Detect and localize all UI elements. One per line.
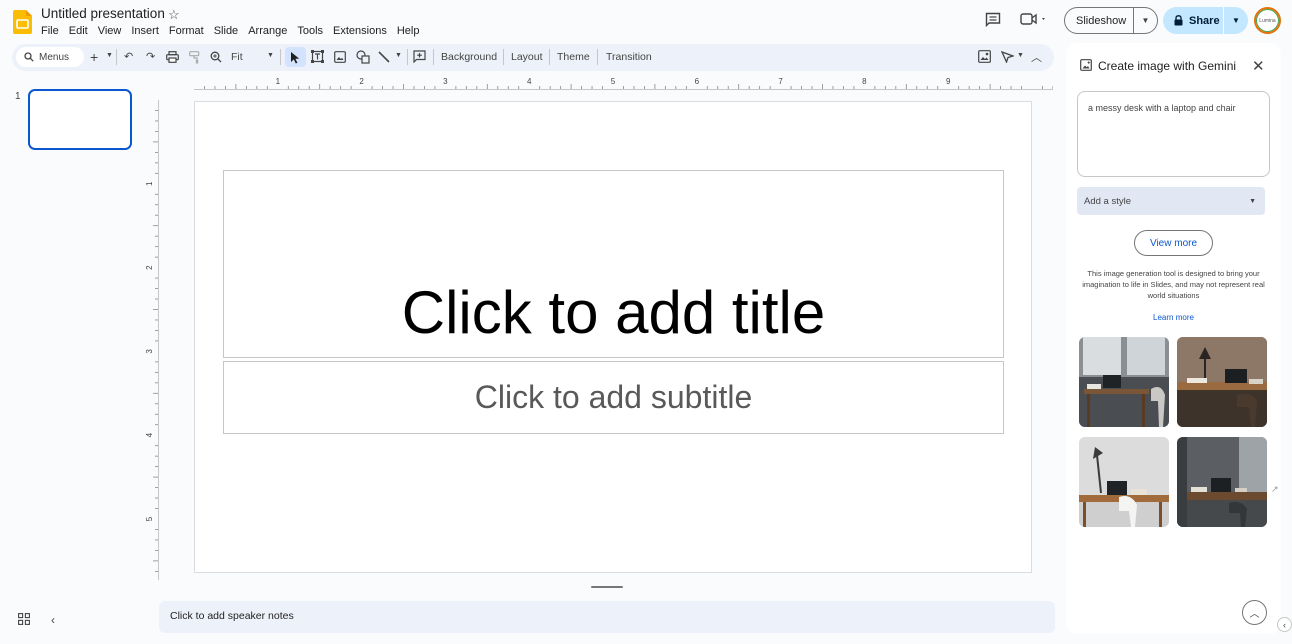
- line-icon[interactable]: [378, 51, 390, 63]
- search-menus-label: Menus: [39, 51, 70, 63]
- ruler-h-label: 8: [862, 77, 867, 86]
- share-label: Share: [1189, 14, 1220, 27]
- subtitle-placeholder[interactable]: Click to add subtitle: [223, 361, 1004, 434]
- share-button[interactable]: Share ▼: [1163, 7, 1248, 34]
- ruler-h-label: 3: [443, 77, 448, 86]
- account-avatar[interactable]: Lumina: [1254, 7, 1281, 34]
- close-icon[interactable]: ✕: [1252, 57, 1265, 75]
- ruler-h-label: 4: [527, 77, 532, 86]
- subtitle-placeholder-text: Click to add subtitle: [474, 379, 753, 415]
- transition-button[interactable]: Transition: [606, 51, 652, 63]
- vertical-ruler[interactable]: 1 2 3 4 5: [146, 100, 159, 580]
- generated-image-4[interactable]: [1177, 437, 1267, 527]
- slideshow-button[interactable]: Slideshow ▼: [1064, 7, 1158, 34]
- generated-image-3[interactable]: [1079, 437, 1169, 527]
- slideshow-dropdown-icon[interactable]: ▼: [1134, 16, 1157, 25]
- line-dropdown-icon[interactable]: ▼: [395, 52, 402, 59]
- notes-resize-handle[interactable]: [591, 586, 623, 588]
- ruler-h-label: 5: [611, 77, 616, 86]
- grid-view-icon[interactable]: [18, 613, 30, 625]
- zoom-icon[interactable]: [210, 51, 222, 63]
- ruler-h-label: 9: [946, 77, 951, 86]
- menu-help[interactable]: Help: [397, 25, 420, 37]
- insert-image-gemini-icon[interactable]: [978, 50, 991, 63]
- star-icon[interactable]: ☆: [168, 7, 180, 23]
- add-comment-icon[interactable]: [413, 50, 426, 63]
- share-dropdown-icon[interactable]: ▼: [1224, 16, 1248, 25]
- ruler-v-label: 4: [146, 432, 154, 437]
- menu-extensions[interactable]: Extensions: [333, 25, 387, 37]
- meet-video-icon[interactable]: [1020, 12, 1048, 26]
- zoom-select[interactable]: Fit: [231, 51, 243, 63]
- layout-button[interactable]: Layout: [511, 51, 543, 63]
- menu-arrange[interactable]: Arrange: [248, 25, 287, 37]
- hide-menus-chevron-up-icon[interactable]: ︿: [1031, 49, 1042, 65]
- menu-format[interactable]: Format: [169, 25, 204, 37]
- menu-file[interactable]: File: [41, 25, 59, 37]
- shape-icon[interactable]: [356, 50, 370, 64]
- ruler-h-label: 1: [276, 77, 281, 86]
- redo-icon[interactable]: ↷: [146, 50, 155, 63]
- learn-more-link[interactable]: Learn more: [1077, 313, 1270, 322]
- menu-bar: File Edit View Insert Format Slide Arran…: [41, 25, 429, 37]
- prompt-input[interactable]: a messy desk with a laptop and chair: [1077, 91, 1270, 177]
- scroll-to-top-chevron-up-icon[interactable]: ︿: [1242, 600, 1267, 625]
- background-button[interactable]: Background: [441, 51, 497, 63]
- view-more-button[interactable]: View more: [1134, 230, 1213, 256]
- menu-tools[interactable]: Tools: [297, 25, 323, 37]
- ruler-h-label: 2: [359, 77, 364, 86]
- style-dropdown-icon: ▼: [1249, 197, 1256, 205]
- lock-icon: [1174, 15, 1183, 26]
- slideshow-label[interactable]: Slideshow: [1065, 15, 1133, 27]
- text-box-icon[interactable]: [311, 50, 324, 63]
- ruler-h-label: 6: [695, 77, 700, 86]
- style-select[interactable]: Add a style ▼: [1077, 187, 1265, 215]
- menu-insert[interactable]: Insert: [131, 25, 159, 37]
- document-title[interactable]: Untitled presentation: [41, 6, 165, 21]
- theme-button[interactable]: Theme: [557, 51, 590, 63]
- ruler-v-label: 2: [146, 265, 154, 270]
- new-slide-dropdown-icon[interactable]: ▼: [106, 52, 113, 59]
- undo-icon[interactable]: ↶: [124, 50, 133, 63]
- paint-format-icon[interactable]: [189, 51, 200, 64]
- collapse-side-panel-chevron-left-icon[interactable]: ‹: [1277, 617, 1292, 632]
- slide-number: 1: [15, 91, 21, 102]
- style-select-label: Add a style: [1084, 195, 1131, 207]
- panel-title: Create image with Gemini: [1098, 59, 1237, 73]
- search-menus[interactable]: Menus: [16, 47, 84, 67]
- title-placeholder-text: Click to add title: [401, 279, 826, 346]
- horizontal-ruler[interactable]: 1 2 3 4 5 6 7 8 9: [194, 77, 1053, 90]
- new-slide-icon[interactable]: +: [90, 49, 98, 65]
- print-icon[interactable]: [166, 51, 179, 63]
- speaker-notes[interactable]: Click to add speaker notes: [159, 601, 1055, 633]
- generated-image-1[interactable]: [1079, 337, 1169, 427]
- side-expand-icon[interactable]: ↗: [1271, 484, 1279, 495]
- generated-image-2[interactable]: [1177, 337, 1267, 427]
- menu-view[interactable]: View: [98, 25, 122, 37]
- pen-tool-icon[interactable]: [1001, 51, 1014, 63]
- menu-edit[interactable]: Edit: [69, 25, 88, 37]
- title-placeholder[interactable]: Click to add title: [223, 170, 1004, 358]
- zoom-dropdown-icon[interactable]: ▼: [267, 52, 274, 59]
- insert-image-icon[interactable]: [334, 51, 346, 63]
- menu-slide[interactable]: Slide: [214, 25, 238, 37]
- ruler-v-label: 1: [146, 181, 154, 186]
- comment-icon[interactable]: [985, 12, 1001, 27]
- search-icon: [24, 52, 34, 62]
- disclaimer-text: This image generation tool is designed t…: [1082, 269, 1265, 300]
- select-cursor-icon[interactable]: [290, 51, 301, 64]
- slide-thumbnail-1[interactable]: [28, 89, 132, 150]
- ruler-v-label: 3: [146, 349, 154, 354]
- pen-dropdown-icon[interactable]: ▼: [1017, 52, 1024, 59]
- share-main[interactable]: Share: [1163, 7, 1223, 34]
- gemini-image-icon: [1080, 59, 1092, 71]
- slides-logo-icon[interactable]: [13, 10, 32, 34]
- collapse-filmstrip-chevron-left-icon[interactable]: ‹: [51, 613, 55, 627]
- ruler-h-label: 7: [778, 77, 783, 86]
- ruler-v-label: 5: [146, 516, 154, 521]
